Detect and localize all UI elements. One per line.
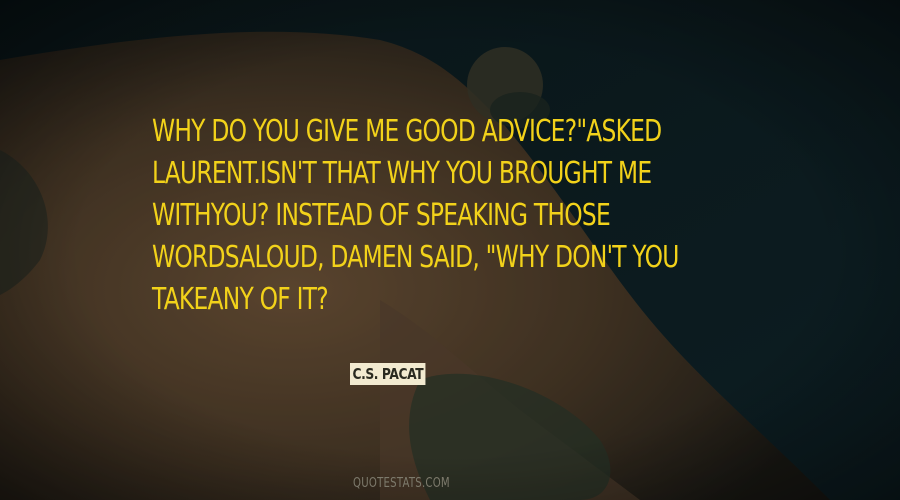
quote-text: WHY DO YOU GIVE ME GOOD ADVICE?"ASKED LA… (152, 111, 792, 321)
quote-line: TAKEANY OF IT? (152, 282, 329, 317)
watermark-text: QUOTESTATS.COM (353, 476, 450, 491)
quote-line: WITHYOU? INSTEAD OF SPEAKING THOSE (152, 198, 611, 233)
quote-image: WHY DO YOU GIVE ME GOOD ADVICE?"ASKED LA… (0, 0, 900, 500)
quote-line: WORDSALOUD, DAMEN SAID, "WHY DON'T YOU (152, 240, 679, 275)
author-label: C.S. PACAT (350, 363, 426, 385)
quote-line: LAURENT.ISN'T THAT WHY YOU BROUGHT ME (152, 156, 652, 191)
quote-line: WHY DO YOU GIVE ME GOOD ADVICE?"ASKED (152, 114, 662, 149)
